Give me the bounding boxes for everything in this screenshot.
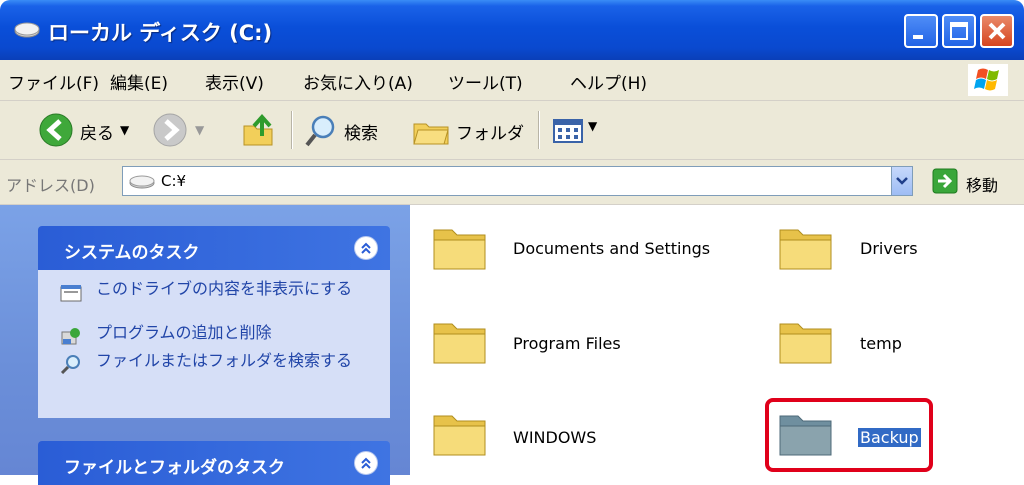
minimize-button[interactable] <box>904 14 938 48</box>
address-input[interactable]: C:¥ <box>122 166 892 196</box>
forward-dropdown-arrow-icon[interactable]: ▼ <box>195 123 204 137</box>
collapse-button[interactable] <box>354 451 378 475</box>
minimize-icon <box>913 35 923 39</box>
chevron-down-icon <box>896 177 908 185</box>
folder-icon <box>779 229 832 270</box>
folder-item[interactable]: Documents and Settings <box>430 222 750 282</box>
file-folder-tasks-title: ファイルとフォルダのタスク <box>64 458 285 478</box>
drive-icon <box>129 175 155 189</box>
system-tasks-title: システムのタスク <box>64 243 200 263</box>
up-folder-icon[interactable] <box>240 109 276 151</box>
folder-item[interactable]: Drivers <box>776 222 976 282</box>
view-icon[interactable] <box>552 109 584 151</box>
collapse-button[interactable] <box>354 236 378 260</box>
menu-help[interactable]: ヘルプ(H) <box>570 69 647 94</box>
menu-view[interactable]: 表示(V) <box>205 69 264 94</box>
maximize-icon <box>950 22 968 40</box>
folder-item[interactable]: WINDOWS <box>430 408 750 468</box>
folder-name: Documents and Settings <box>513 239 711 258</box>
folders-icon[interactable] <box>412 109 450 151</box>
folder-icon <box>433 415 486 456</box>
folders-button-label[interactable]: フォルダ <box>456 119 524 144</box>
address-value: C:¥ <box>161 172 187 190</box>
folder-icon <box>433 323 486 364</box>
back-arrow-icon[interactable] <box>38 109 74 151</box>
window-title: ローカル ディスク (C:) <box>48 21 273 45</box>
menu-edit[interactable]: 編集(E) <box>110 69 168 94</box>
task-link[interactable]: ファイルまたはフォルダを検索する <box>96 352 376 370</box>
task-link[interactable]: プログラムの追加と削除 <box>96 324 376 342</box>
go-button[interactable]: 移動 <box>922 166 1022 196</box>
toolbar-separator <box>291 111 293 149</box>
search-icon[interactable] <box>303 109 339 151</box>
highlight-box <box>765 398 933 472</box>
menu-file[interactable]: ファイル(F) <box>8 69 99 94</box>
go-arrow-icon <box>932 168 958 194</box>
close-button[interactable] <box>980 14 1014 48</box>
folder-icon <box>779 323 832 364</box>
folder-name: Program Files <box>513 334 621 353</box>
task-link[interactable]: このドライブの内容を非表示にする <box>96 280 376 298</box>
back-button-label[interactable]: 戻る <box>80 119 114 144</box>
folder-icon <box>433 229 486 270</box>
drive-icon <box>14 22 40 38</box>
chevron-up-double-icon <box>361 242 371 254</box>
system-tasks-panel: このドライブの内容を非表示にする プログラムの追加と削除 ファイルまたはフォルダ… <box>38 270 390 418</box>
file-folder-tasks-header[interactable]: ファイルとフォルダのタスク <box>38 441 390 485</box>
windows-logo-icon <box>968 64 1008 96</box>
toolbar: 戻る ▼ ▼ 検索 フォルダ ▼ <box>0 101 1024 160</box>
folder-name: Drivers <box>860 239 918 258</box>
search-button-label[interactable]: 検索 <box>344 119 378 144</box>
title-bar[interactable]: ローカル ディスク (C:) <box>0 0 1024 60</box>
folder-name: temp <box>860 334 902 353</box>
close-icon <box>988 22 1006 40</box>
search-icon <box>60 355 80 374</box>
address-dropdown-button[interactable] <box>891 166 913 196</box>
go-button-label: 移動 <box>966 176 999 195</box>
menu-bar: ファイル(F) 編集(E) 表示(V) お気に入り(A) ツール(T) ヘルプ(… <box>0 60 1024 101</box>
folder-name: WINDOWS <box>513 428 597 447</box>
menu-tools[interactable]: ツール(T) <box>448 69 523 94</box>
add-remove-programs-icon <box>61 328 80 345</box>
folder-item[interactable]: Program Files <box>430 316 750 376</box>
chevron-up-double-icon <box>361 457 371 469</box>
menu-favorites[interactable]: お気に入り(A) <box>303 69 413 94</box>
folder-item[interactable]: temp <box>776 316 976 376</box>
toolbar-separator <box>538 111 540 149</box>
view-dropdown-arrow-icon[interactable]: ▼ <box>588 119 597 133</box>
back-dropdown-arrow-icon[interactable]: ▼ <box>120 123 129 137</box>
address-label: アドレス(D) <box>6 176 95 195</box>
maximize-button[interactable] <box>942 14 976 48</box>
address-bar: アドレス(D) C:¥ 移動 <box>0 160 1024 205</box>
system-tasks-header[interactable]: システムのタスク <box>38 226 390 270</box>
forward-arrow-icon[interactable] <box>152 109 188 151</box>
hide-contents-icon <box>60 285 82 302</box>
